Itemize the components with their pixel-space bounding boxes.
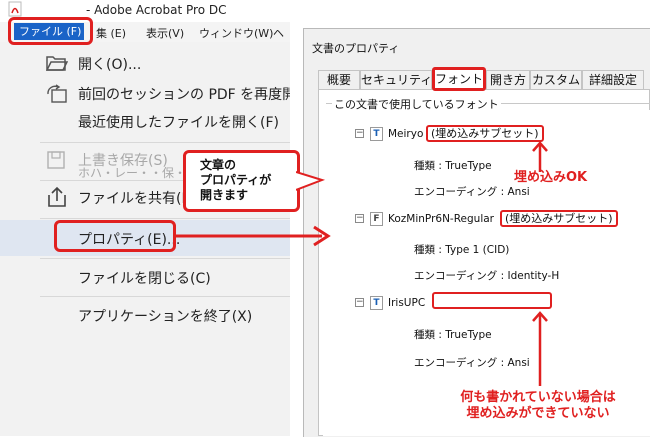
folder-open-icon <box>45 54 69 76</box>
menu-help[interactable]: ヘ <box>273 25 284 41</box>
font-encoding: エンコーディング : Ansi <box>414 357 530 369</box>
acrobat-window: - Adobe Acrobat Pro DC ファイル (F) 集 (E) 表示… <box>0 0 290 436</box>
section-label: この文書で使用しているフォント <box>332 96 501 112</box>
menu-edit[interactable]: 集 (E) <box>96 25 126 41</box>
menu-item-quit[interactable]: アプリケーションを終了(X) <box>0 298 290 334</box>
font-type: 種類 : TrueType <box>414 160 492 172</box>
callout-line: プロパティが <box>200 173 272 187</box>
menu-item-label: 前回のセッションの PDF を再度開く <box>78 87 290 103</box>
fonts-tab-highlight <box>432 67 486 91</box>
embedded-ok-note: 埋め込みOK <box>514 170 588 185</box>
callout-pointer <box>296 171 326 191</box>
tab-security[interactable]: セキュリティ <box>360 70 432 89</box>
font-type: 種類 : TrueType <box>414 329 492 341</box>
menu-item-label: ファイルを閉じる(C) <box>78 271 211 287</box>
menu-item-label: ファイルを共有(L) <box>78 191 195 207</box>
font-name: KozMinPr6N-Regular <box>388 213 494 225</box>
menu-separator <box>40 218 290 219</box>
not-embedded-note: 何も書かれていない場合は 埋め込みができていない <box>438 390 638 422</box>
font-name: Meiryo <box>388 128 424 140</box>
save-icon <box>46 150 68 172</box>
font-encoding: エンコーディング : Identity-H <box>414 270 560 282</box>
dialog-title: 文書のプロパティ <box>312 42 400 55</box>
menu-item-recent[interactable]: 最近使用したファイルを開く(F) <box>0 104 290 140</box>
tab-summary[interactable]: 概要 <box>318 70 360 89</box>
menu-item-ghost-label: ホハ・レー・・保・ <box>78 166 187 180</box>
file-menu-highlight <box>8 17 93 45</box>
tab-initial-view[interactable]: 開き方 <box>486 70 530 89</box>
menu-view[interactable]: 表示(V) <box>146 25 184 41</box>
menu-item-label: 開く(O)... <box>78 57 142 73</box>
reopen-session-icon <box>46 84 68 106</box>
collapse-toggle[interactable]: − <box>355 298 364 307</box>
share-icon <box>46 186 68 208</box>
menu-separator <box>40 296 290 297</box>
embed-status-empty <box>432 292 552 309</box>
menu-window[interactable]: ウィンドウ(W) <box>199 25 273 41</box>
menu-item-close[interactable]: ファイルを閉じる(C) <box>0 260 290 296</box>
font-encoding: エンコーディング : Ansi <box>414 186 530 198</box>
embed-status: (埋め込みサブセット) <box>500 210 618 227</box>
menu-separator <box>40 142 290 143</box>
menu-separator <box>40 258 290 259</box>
note-line: 何も書かれていない場合は <box>460 390 616 405</box>
tab-advanced[interactable]: 詳細設定 <box>582 70 644 89</box>
tab-custom[interactable]: カスタム <box>530 70 582 89</box>
truetype-font-icon: T <box>370 296 383 310</box>
font-name: IrisUPC <box>388 297 426 309</box>
arrow-icon <box>176 225 331 247</box>
font-type: 種類 : Type 1 (CID) <box>414 244 510 256</box>
app-title: - Adobe Acrobat Pro DC <box>86 3 227 17</box>
note-line: 埋め込みができていない <box>466 406 610 421</box>
type1-font-icon: F <box>370 212 383 226</box>
callout-line: 文章の <box>200 158 237 172</box>
collapse-toggle[interactable]: − <box>355 214 364 223</box>
callout-text: 文章の プロパティが 開きます <box>200 158 295 203</box>
properties-highlight <box>54 220 176 252</box>
callout-line: 開きます <box>200 188 249 202</box>
menu-item-label: アプリケーションを終了(X) <box>78 309 253 325</box>
arrow-icon <box>532 311 548 386</box>
collapse-toggle[interactable]: − <box>355 129 364 138</box>
truetype-font-icon: T <box>370 127 383 141</box>
menu-item-label: 最近使用したファイルを開く(F) <box>78 115 279 131</box>
